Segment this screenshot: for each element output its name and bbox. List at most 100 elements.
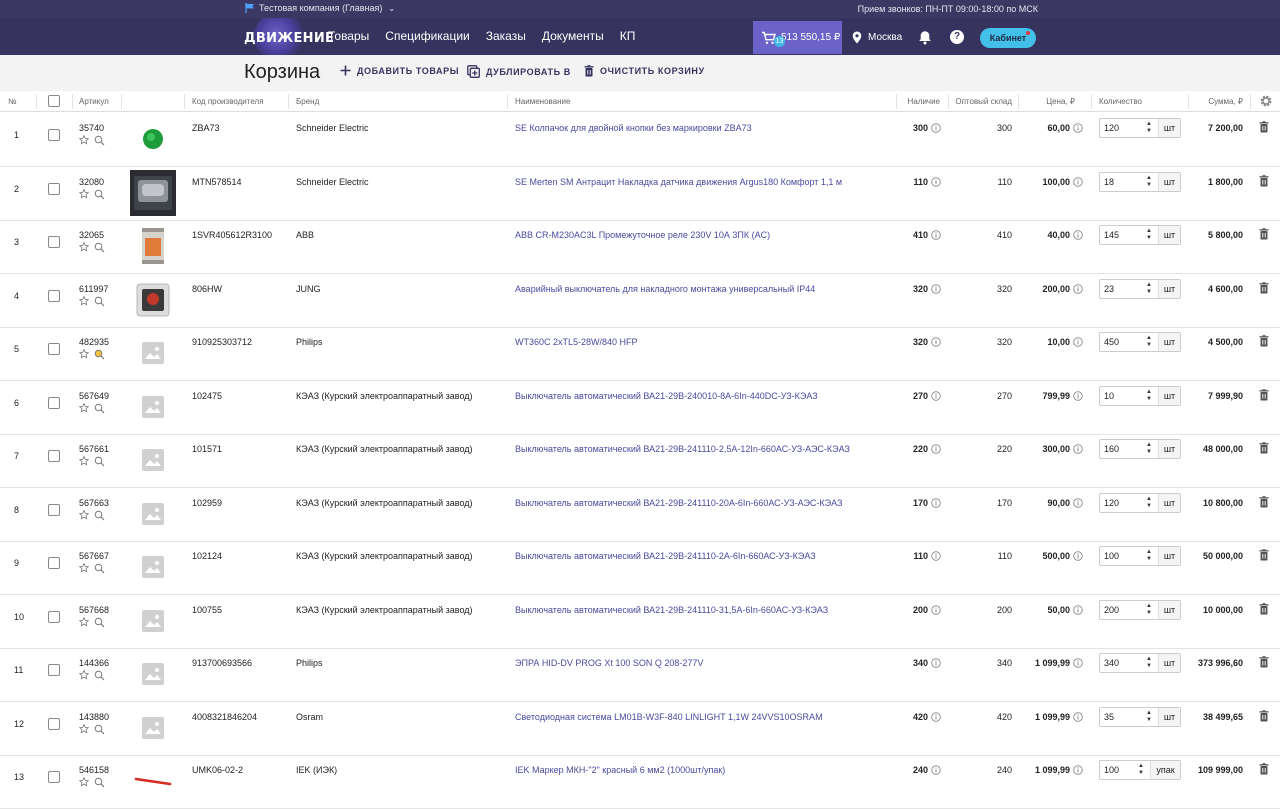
star-icon[interactable] xyxy=(79,349,89,359)
quantity-value[interactable]: 18 xyxy=(1104,177,1114,187)
gear-icon[interactable] xyxy=(1259,94,1273,108)
spinner-arrows-icon[interactable]: ▲ ▼ xyxy=(1138,763,1144,777)
nav-link-kp[interactable]: КП xyxy=(620,29,636,43)
delete-icon[interactable] xyxy=(1259,388,1269,401)
product-name-link[interactable]: WT360C 2xTL5-28W/840 HFP xyxy=(515,337,638,347)
delete-icon[interactable] xyxy=(1259,228,1269,240)
spinner-arrows-icon[interactable]: ▲ ▼ xyxy=(1146,442,1152,456)
product-name-link[interactable]: Светодиодная система LM01B-W3F-840 LINLI… xyxy=(515,712,823,722)
star-icon[interactable] xyxy=(79,509,89,520)
info-icon[interactable] xyxy=(1073,283,1083,294)
cabinet-button[interactable]: Кабинет xyxy=(980,28,1036,48)
info-icon[interactable] xyxy=(931,444,941,454)
info-icon[interactable] xyxy=(1073,604,1083,615)
row-checkbox[interactable] xyxy=(48,557,60,569)
product-image[interactable] xyxy=(130,544,176,590)
quantity-value[interactable]: 23 xyxy=(1104,284,1114,294)
bell-icon[interactable] xyxy=(918,30,932,45)
quantity-value[interactable]: 450 xyxy=(1104,337,1119,347)
help-icon[interactable]: ? xyxy=(950,30,964,44)
spinner-arrows-icon[interactable]: ▲ ▼ xyxy=(1146,175,1152,189)
info-icon[interactable] xyxy=(931,658,941,668)
product-name-link[interactable]: Выключатель автоматический ВА21-29В-2400… xyxy=(515,391,818,401)
star-icon[interactable] xyxy=(79,670,89,680)
quantity-stepper[interactable]: 450 ▲ ▼ шт xyxy=(1099,332,1181,352)
analog-search-icon[interactable] xyxy=(94,670,105,681)
row-checkbox[interactable] xyxy=(48,129,60,141)
info-icon[interactable] xyxy=(931,604,941,615)
quantity-value[interactable]: 10 xyxy=(1104,391,1114,401)
product-image[interactable] xyxy=(130,330,176,376)
delete-icon[interactable] xyxy=(1259,656,1269,668)
info-icon[interactable] xyxy=(931,765,941,775)
row-checkbox[interactable] xyxy=(48,182,60,195)
info-icon[interactable] xyxy=(1073,658,1083,668)
row-checkbox[interactable] xyxy=(48,396,60,409)
star-icon[interactable] xyxy=(79,295,89,306)
quantity-value[interactable]: 120 xyxy=(1104,123,1119,133)
row-checkbox[interactable] xyxy=(48,610,60,623)
quantity-value[interactable]: 340 xyxy=(1104,658,1119,668)
quantity-stepper[interactable]: 100 ▲ ▼ шт xyxy=(1099,546,1181,566)
analog-search-icon[interactable] xyxy=(94,349,105,360)
nav-link-documents[interactable]: Документы xyxy=(542,29,604,43)
star-icon[interactable] xyxy=(79,402,89,413)
quantity-value[interactable]: 160 xyxy=(1104,444,1119,454)
analog-search-icon[interactable] xyxy=(94,456,105,467)
quantity-stepper[interactable]: 10 ▲ ▼ шт xyxy=(1099,385,1181,406)
info-icon[interactable] xyxy=(1073,711,1083,722)
spinner-arrows-icon[interactable]: ▲ ▼ xyxy=(1146,603,1152,617)
quantity-value[interactable]: 100 xyxy=(1104,551,1119,561)
info-icon[interactable] xyxy=(1073,176,1083,187)
row-checkbox[interactable] xyxy=(48,236,60,248)
row-checkbox[interactable] xyxy=(48,664,60,676)
star-icon[interactable] xyxy=(79,188,89,199)
spinner-arrows-icon[interactable]: ▲ ▼ xyxy=(1146,389,1152,403)
info-icon[interactable] xyxy=(1073,123,1083,133)
select-all-checkbox[interactable] xyxy=(48,95,60,107)
info-icon[interactable] xyxy=(931,497,941,508)
product-name-link[interactable]: Выключатель автоматический ВА21-29В-2411… xyxy=(515,605,828,615)
delete-icon[interactable] xyxy=(1259,709,1269,722)
spinner-arrows-icon[interactable]: ▲ ▼ xyxy=(1146,282,1152,296)
product-image[interactable] xyxy=(130,651,176,697)
row-checkbox[interactable] xyxy=(48,503,60,516)
spinner-arrows-icon[interactable]: ▲ ▼ xyxy=(1146,121,1152,135)
delete-icon[interactable] xyxy=(1259,281,1269,294)
quantity-value[interactable]: 35 xyxy=(1104,712,1114,722)
product-image[interactable] xyxy=(130,758,176,804)
quantity-stepper[interactable]: 100 ▲ ▼ упак xyxy=(1099,760,1181,780)
analog-search-icon[interactable] xyxy=(94,296,105,307)
analog-search-icon[interactable] xyxy=(94,135,105,146)
company-selector[interactable]: Тестовая компания (Главная) ⌄ xyxy=(245,3,395,13)
star-icon[interactable] xyxy=(79,616,89,627)
product-name-link[interactable]: ЭПРА HID-DV PROG Xt 100 SON Q 208-277V xyxy=(515,658,703,668)
info-icon[interactable] xyxy=(931,123,941,133)
quantity-stepper[interactable]: 120 ▲ ▼ шт xyxy=(1099,492,1181,513)
product-name-link[interactable]: SE Merten SM Антрацит Накладка датчика д… xyxy=(515,177,842,187)
nav-link-specifications[interactable]: Спецификации xyxy=(385,29,469,43)
info-icon[interactable] xyxy=(931,337,941,347)
product-name-link[interactable]: ABB CR-M230AC3L Промежуточное реле 230V … xyxy=(515,230,770,240)
product-name-link[interactable]: Выключатель автоматический ВА21-29В-2411… xyxy=(515,444,850,454)
delete-icon[interactable] xyxy=(1259,335,1269,347)
delete-icon[interactable] xyxy=(1259,121,1269,133)
analog-search-icon[interactable] xyxy=(94,189,105,200)
duplicate-button[interactable]: ДУБЛИРОВАТЬ В xyxy=(467,65,571,78)
info-icon[interactable] xyxy=(1073,390,1083,401)
quantity-stepper[interactable]: 160 ▲ ▼ шт xyxy=(1099,439,1181,459)
quantity-value[interactable]: 100 xyxy=(1104,765,1119,775)
quantity-stepper[interactable]: 340 ▲ ▼ шт xyxy=(1099,653,1181,673)
info-icon[interactable] xyxy=(1073,230,1083,240)
analog-search-icon[interactable] xyxy=(94,510,105,521)
product-image[interactable] xyxy=(130,598,176,644)
info-icon[interactable] xyxy=(931,283,941,294)
star-icon[interactable] xyxy=(79,135,89,145)
product-image[interactable] xyxy=(130,384,176,430)
delete-icon[interactable] xyxy=(1259,763,1269,775)
info-icon[interactable] xyxy=(931,711,941,722)
star-icon[interactable] xyxy=(79,777,89,787)
logo[interactable]: ДВИЖЕНИЕ xyxy=(244,31,334,46)
nav-link-products[interactable]: Товары xyxy=(328,29,369,43)
product-name-link[interactable]: Выключатель автоматический ВА21-29В-2411… xyxy=(515,551,816,561)
